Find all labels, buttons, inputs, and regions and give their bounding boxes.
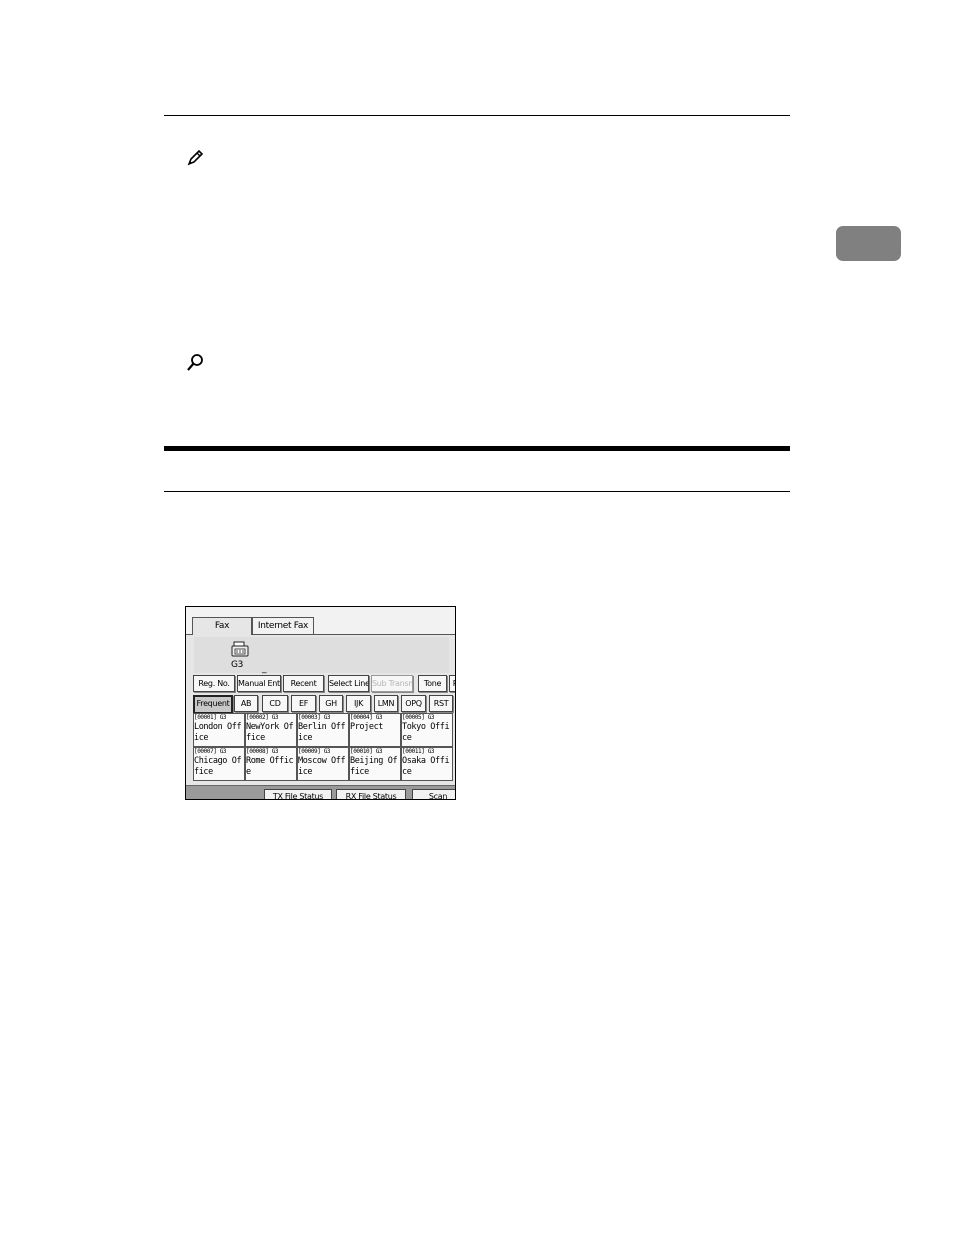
destination-key[interactable]: [00001] G3 London Off ice <box>193 713 245 747</box>
line-type-label: G3 <box>231 660 244 670</box>
tone-button[interactable]: Tone <box>418 675 447 692</box>
destination-key[interactable]: [00011] G3 Osaka Offi ce <box>401 747 453 781</box>
tx-file-status-button[interactable]: TX File Status <box>264 789 332 799</box>
pencil-note-icon <box>187 149 204 166</box>
fax-panel-screenshot: Fax Internet Fax G3 _ Reg. No. Manual En… <box>185 606 456 800</box>
status-bar: TX File Status RX File Status Scan <box>186 785 455 799</box>
title-key-opq[interactable]: OPQ <box>401 695 426 712</box>
sub-transmit-button[interactable]: Sub Transmit <box>371 675 413 692</box>
destination-key[interactable]: [00002] G3 NewYork Of fice <box>245 713 297 747</box>
destination-key[interactable]: [00004] G3 Project <box>349 713 401 747</box>
header-rule <box>164 115 790 116</box>
mode-tabbar: Fax Internet Fax <box>186 607 455 635</box>
destination-key[interactable]: [00010] G3 Beijing Of fice <box>349 747 401 781</box>
title-key-ef[interactable]: EF <box>291 695 316 712</box>
title-key-ijk[interactable]: IJK <box>346 695 371 712</box>
scan-button[interactable]: Scan <box>412 789 455 799</box>
destination-key[interactable]: [00009] G3 Moscow Off ice <box>297 747 349 781</box>
magnifier-reference-icon <box>187 354 203 371</box>
destination-key[interactable]: [00005] G3 Tokyo Offi ce <box>401 713 453 747</box>
entry-cursor: _ <box>262 664 267 674</box>
chapter-tab <box>836 226 901 261</box>
tab-fax[interactable]: Fax <box>192 617 252 635</box>
recent-button[interactable]: Recent <box>283 675 324 692</box>
manual-entry-button[interactable]: Manual Entry <box>237 675 281 692</box>
destination-display: G3 _ <box>194 637 449 674</box>
reg-no-button[interactable]: Reg. No. <box>193 675 235 692</box>
section-rule-thick <box>164 446 790 451</box>
select-line-button[interactable]: Select Line <box>328 675 369 692</box>
title-key-rst[interactable]: RST <box>429 695 453 712</box>
title-key-lmn[interactable]: LMN <box>374 695 398 712</box>
title-key-frequent[interactable]: Frequent <box>193 695 233 714</box>
fax-machine-icon <box>231 641 249 657</box>
section-rule-thin <box>164 491 790 492</box>
destination-key[interactable]: [00008] G3 Rome Offic e <box>245 747 297 781</box>
title-key-gh[interactable]: GH <box>319 695 343 712</box>
rx-file-status-button[interactable]: RX File Status <box>336 789 406 799</box>
tab-internet-fax[interactable]: Internet Fax <box>252 617 314 634</box>
destination-key[interactable]: [00007] G3 Chicago Of fice <box>193 747 245 781</box>
title-key-ab[interactable]: AB <box>234 695 258 712</box>
title-key-cd[interactable]: CD <box>262 695 288 712</box>
destination-key[interactable]: [00003] G3 Berlin Off ice <box>297 713 349 747</box>
pause-button[interactable]: P <box>449 675 455 692</box>
